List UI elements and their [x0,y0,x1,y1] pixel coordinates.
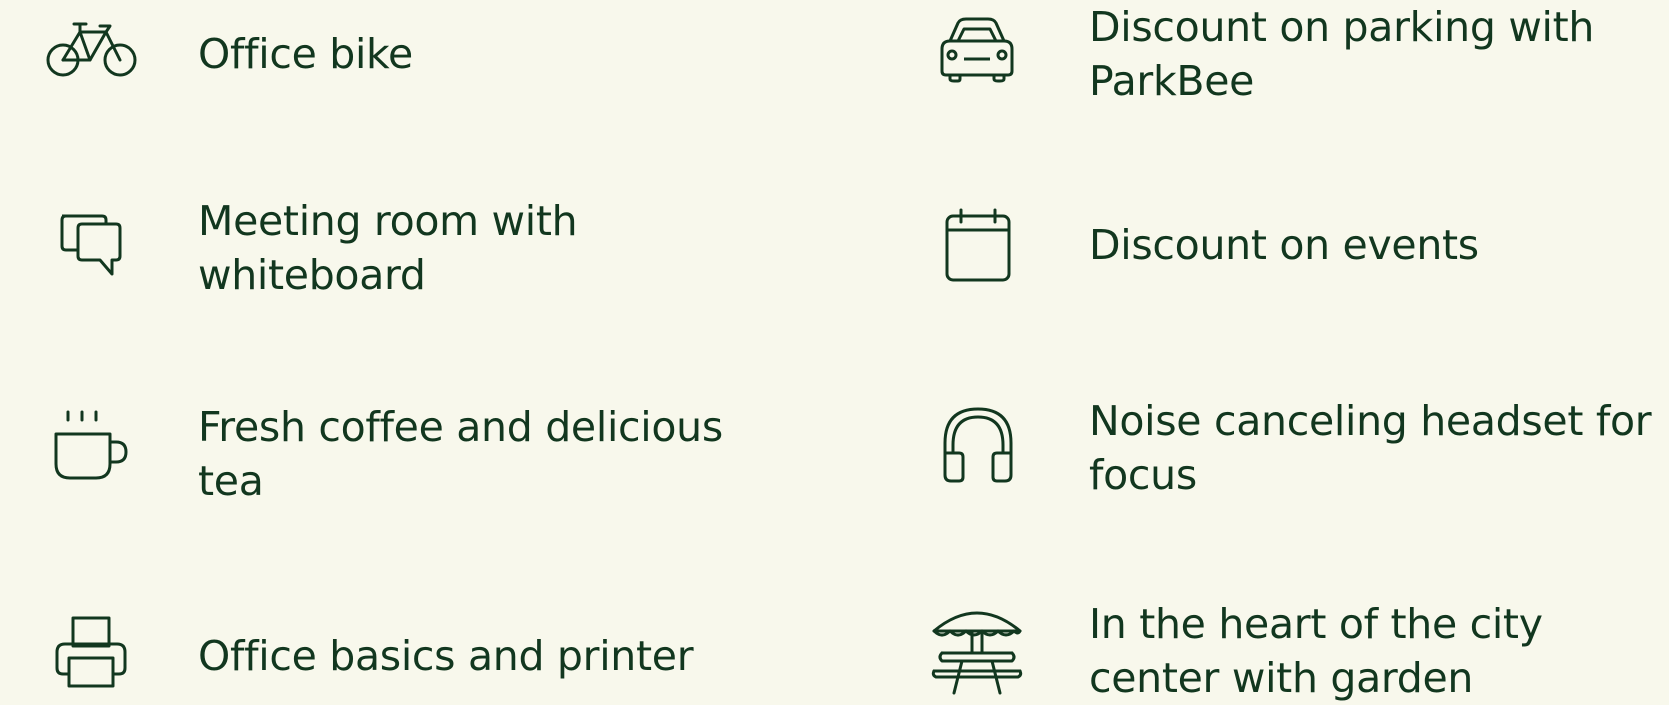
amenity-label: In the heart of the city center with gar… [1089,600,1543,702]
picnic-table-umbrella-icon [931,609,1023,695]
amenity-label: Noise canceling headset for focus [1089,397,1652,499]
printer-icon [55,616,127,688]
amenity-label: Discount on events [1089,221,1479,269]
headphones-icon [943,407,1013,483]
amenity-label: Office bike [198,30,413,78]
car-icon [936,17,1018,83]
coffee-cup-icon [54,410,128,480]
amenity-label: Discount on parking with ParkBee [1089,3,1595,105]
amenity-label: Meeting room with whiteboard [198,197,578,299]
amenity-label: Fresh coffee and delicious tea [198,403,723,505]
bicycle-icon [46,20,138,80]
amenity-label: Office basics and printer [198,632,694,680]
chat-bubbles-icon [58,212,124,278]
calendar-icon [945,208,1011,282]
